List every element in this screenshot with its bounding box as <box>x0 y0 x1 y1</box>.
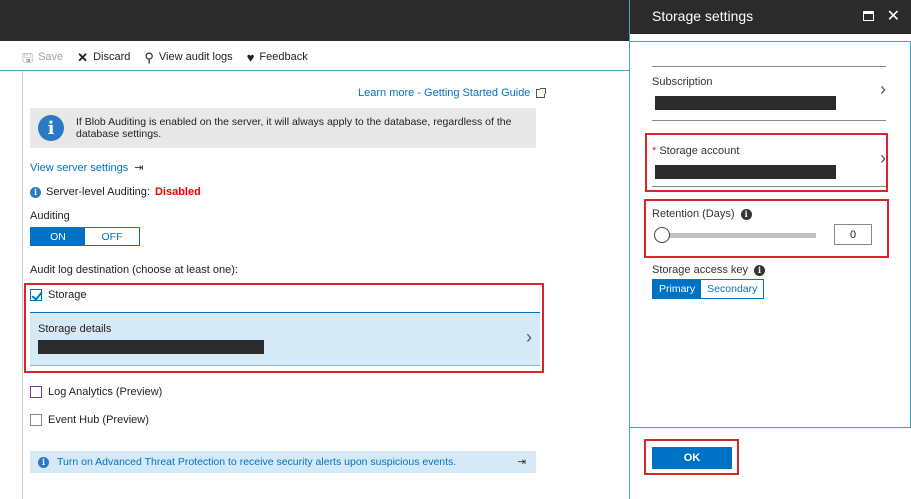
auditing-on-option[interactable]: ON <box>31 228 85 245</box>
chevron-right-icon: › <box>880 148 886 168</box>
maximize-icon[interactable] <box>863 11 874 21</box>
event-hub-checkbox[interactable] <box>30 414 42 426</box>
search-icon: ⚲ <box>144 49 154 65</box>
subscription-field[interactable]: Subscription › <box>652 76 886 116</box>
panel-title: Storage settings <box>652 8 754 24</box>
atp-banner-text: Turn on Advanced Threat Protection to re… <box>57 456 457 468</box>
external-link-icon <box>536 87 547 98</box>
save-button[interactable]: 🖫 Save <box>22 51 63 64</box>
access-key-label: Storage access key <box>652 264 748 276</box>
storage-account-value-redacted <box>655 165 836 179</box>
retention-slider-handle[interactable] <box>654 227 670 243</box>
storage-account-label: Storage account <box>659 145 740 157</box>
view-audit-logs-label: View audit logs <box>158 51 233 63</box>
storage-checkbox-row[interactable]: Storage <box>30 289 87 301</box>
open-in-blade-icon: ⇥ <box>517 456 526 468</box>
event-hub-label: Event Hub (Preview) <box>48 414 149 426</box>
server-auditing-status: i Server-level Auditing: Disabled <box>30 186 201 198</box>
subscription-label: Subscription <box>652 76 713 88</box>
access-key-toggle: Primary Secondary <box>652 279 765 299</box>
server-auditing-value: Disabled <box>154 186 201 198</box>
view-audit-logs-button[interactable]: ⚲ View audit logs <box>144 51 232 64</box>
storage-settings-panel: Storage settings ✕ Subscription › * Stor… <box>629 0 911 499</box>
required-marker: * <box>652 145 657 157</box>
panel-header: Storage settings ✕ <box>630 0 911 34</box>
audit-settings-blade: 🖫 Save ✕ Discard ⚲ View audit logs ♥ Fee… <box>0 0 629 499</box>
log-analytics-label: Log Analytics (Preview) <box>48 386 163 398</box>
auditing-off-option[interactable]: OFF <box>85 228 139 245</box>
storage-details-row[interactable]: Storage details › <box>30 312 540 366</box>
destination-label: Audit log destination (choose at least o… <box>30 264 238 276</box>
log-analytics-checkbox-row[interactable]: Log Analytics (Preview) <box>30 386 162 398</box>
subscription-value-redacted <box>655 96 836 110</box>
discard-label: Discard <box>93 51 131 63</box>
info-icon: i <box>38 456 49 468</box>
blob-auditing-info-box: i If Blob Auditing is enabled on the ser… <box>30 108 536 148</box>
access-key-label-row: Storage access key i <box>652 264 886 276</box>
open-in-blade-icon: ⇥ <box>134 162 144 174</box>
blade-header-bar <box>0 0 629 41</box>
auditing-toggle: ON OFF <box>30 227 140 246</box>
atp-banner[interactable]: i Turn on Advanced Threat Protection to … <box>30 451 536 473</box>
divider <box>652 66 886 67</box>
event-hub-checkbox-row[interactable]: Event Hub (Preview) <box>30 414 149 426</box>
heart-icon: ♥ <box>246 49 255 65</box>
divider <box>652 186 886 187</box>
close-icon[interactable]: ✕ <box>887 6 900 26</box>
retention-label: Retention (Days) <box>652 208 735 220</box>
chevron-right-icon: › <box>526 327 532 347</box>
feedback-label: Feedback <box>259 51 308 63</box>
storage-details-value-redacted <box>38 340 264 354</box>
info-icon: i <box>38 115 64 141</box>
storage-checkbox[interactable] <box>30 289 42 301</box>
save-label: Save <box>38 51 64 63</box>
view-server-settings-text: View server settings <box>30 161 129 174</box>
learn-more-link[interactable]: Learn more - Getting Started Guide <box>358 87 547 99</box>
storage-details-label: Storage details <box>38 323 112 335</box>
info-icon: i <box>754 264 766 276</box>
auditing-label: Auditing <box>30 210 70 222</box>
retention-label-row: Retention (Days) i <box>652 208 886 220</box>
ok-button[interactable]: OK <box>652 447 732 469</box>
secondary-key-option[interactable]: Secondary <box>701 280 764 298</box>
chevron-right-icon: › <box>880 79 886 99</box>
divider <box>652 120 886 121</box>
retention-slider-row: 0 <box>652 224 886 246</box>
retention-days-input[interactable]: 0 <box>834 224 872 245</box>
storage-account-label-row: * Storage account <box>652 145 886 157</box>
view-server-settings-link[interactable]: View server settings ⇥ <box>30 161 144 175</box>
info-box-text: If Blob Auditing is enabled on the serve… <box>76 116 512 140</box>
close-x-icon: ✕ <box>77 49 89 65</box>
storage-checkbox-label: Storage <box>48 289 87 301</box>
info-icon: i <box>30 186 41 198</box>
log-analytics-checkbox[interactable] <box>30 386 42 398</box>
retention-slider-track[interactable] <box>664 233 816 238</box>
save-icon: 🖫 <box>22 49 34 65</box>
command-bar: 🖫 Save ✕ Discard ⚲ View audit logs ♥ Fee… <box>22 46 308 68</box>
learn-more-text: Learn more - Getting Started Guide <box>358 87 531 99</box>
server-auditing-label: Server-level Auditing: <box>46 186 150 198</box>
toolbar-divider <box>0 70 629 71</box>
feedback-button[interactable]: ♥ Feedback <box>247 51 308 64</box>
storage-account-field[interactable]: * Storage account › <box>652 145 886 185</box>
info-icon: i <box>740 208 752 220</box>
discard-button[interactable]: ✕ Discard <box>77 51 130 64</box>
primary-key-option[interactable]: Primary <box>653 280 702 298</box>
